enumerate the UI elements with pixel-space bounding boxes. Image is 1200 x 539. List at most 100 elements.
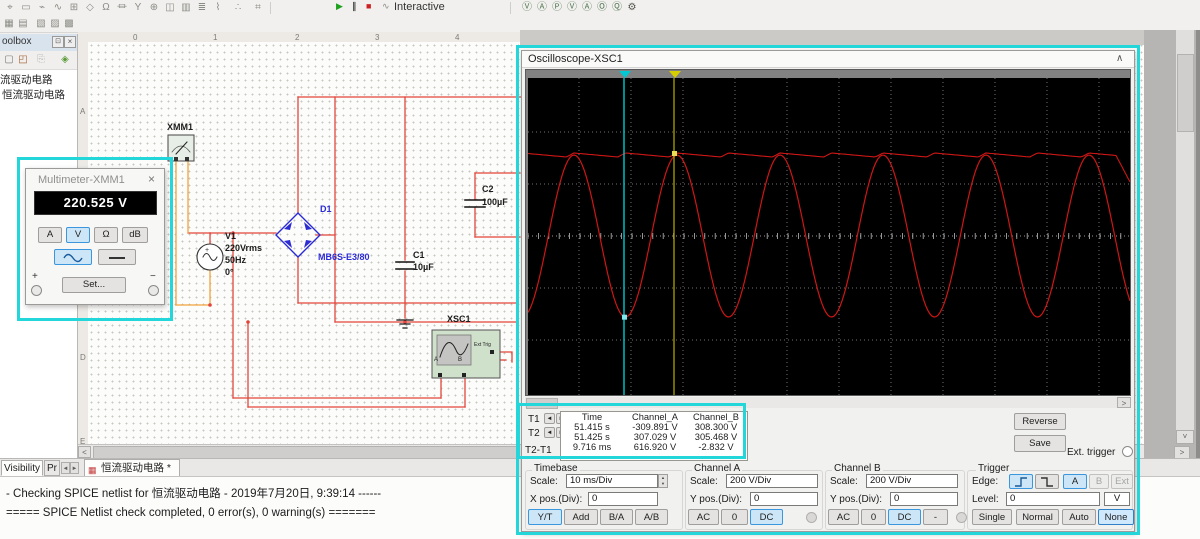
toolbar-icon[interactable]: ▭ [19, 1, 33, 14]
analysis-icon[interactable]: ▤ [16, 17, 30, 30]
ab-mode-button[interactable]: A/B [635, 509, 668, 525]
dc-mode-button[interactable] [98, 249, 136, 265]
ext-trigger-terminal[interactable] [1122, 446, 1133, 457]
channel-b-dc-button[interactable]: DC [888, 509, 921, 525]
trigger-single-button[interactable]: Single [972, 509, 1012, 525]
canvas-vscrollbar[interactable] [1176, 30, 1194, 432]
toolbar-icon[interactable]: ≣ [195, 1, 209, 14]
reference-probe-icon[interactable]: Ⓞ [595, 1, 609, 14]
negative-terminal[interactable] [148, 285, 159, 296]
trigger-auto-button[interactable]: Auto [1062, 509, 1096, 525]
t1-left-button[interactable]: ◄ [544, 413, 555, 424]
channel-a-dc-button[interactable]: DC [750, 509, 783, 525]
toolbar-icon[interactable]: ⊕ [147, 1, 161, 14]
toolbar-icon[interactable]: Y [131, 1, 145, 14]
trigger-source-b-button[interactable]: B [1089, 474, 1109, 489]
paste-icon[interactable]: ⎘ [34, 53, 48, 66]
channel-a-ypos-input[interactable]: 0 [750, 492, 818, 506]
open-folder-icon[interactable]: ◰ [16, 53, 30, 66]
trigger-source-ext-button[interactable]: Ext [1111, 474, 1133, 489]
set-button[interactable]: Set... [62, 277, 126, 293]
toolbox-close-button[interactable]: × [64, 36, 76, 48]
scope-hscroll-thumb[interactable] [526, 398, 558, 409]
oscilloscope-titlebar[interactable]: Oscilloscope-XSC1 ∧ [522, 51, 1134, 68]
scroll-down-button[interactable]: ˅ [1176, 430, 1194, 444]
run-simulation-button[interactable]: ▶ [336, 1, 343, 12]
board-icon[interactable]: ◈ [58, 53, 72, 66]
toolbar-icon[interactable]: ▥ [179, 1, 193, 14]
channel-b-ac-button[interactable]: AC [828, 509, 859, 525]
tab-scroll-right[interactable]: ► [70, 462, 79, 474]
trigger-level-unit[interactable]: V [1104, 492, 1130, 506]
tab-project[interactable]: Pr [44, 460, 60, 476]
toolbar-icon[interactable]: ∴ [231, 1, 245, 14]
toolbar-icon[interactable]: ⌖ [3, 1, 17, 14]
trigger-normal-button[interactable]: Normal [1016, 509, 1059, 525]
voltage-current-probe-icon[interactable]: Ⓐ [580, 1, 594, 14]
mode-db-button[interactable]: dB [122, 227, 148, 243]
interactive-mode-dropdown[interactable]: Interactive [394, 1, 445, 13]
toolbox-restore-button[interactable]: ⊡ [52, 36, 64, 48]
stop-simulation-button[interactable]: ■ [366, 1, 371, 11]
trigger-none-button[interactable]: None [1098, 509, 1134, 525]
ac-mode-button[interactable] [54, 249, 92, 265]
collapse-icon[interactable]: ∧ [1116, 53, 1123, 64]
current-probe-icon[interactable]: Ⓐ [535, 1, 549, 14]
multimeter-close-icon[interactable]: × [148, 172, 155, 186]
scope-scroll-right[interactable]: > [1117, 397, 1131, 408]
reverse-button[interactable]: Reverse [1014, 413, 1066, 430]
channel-b-ypos-input[interactable]: 0 [890, 492, 958, 506]
tab-scroll-left[interactable]: ◄ [61, 462, 70, 474]
toolbar-icon[interactable]: ⌗ [251, 1, 265, 14]
trigger-rising-edge-button[interactable] [1009, 474, 1033, 489]
trigger-level-input[interactable]: 0 [1006, 492, 1100, 506]
toolbar-icon[interactable]: ⌁ [35, 1, 49, 14]
mode-ammeter-button[interactable]: A [38, 227, 62, 243]
scope-hscrollbar[interactable]: > [525, 397, 1131, 409]
project-tree-item[interactable]: 流驱动电路 [0, 72, 53, 87]
postprocessor-icon[interactable]: ▧ [34, 17, 48, 30]
toolbar-icon[interactable]: ⌇ [211, 1, 225, 14]
add-mode-button[interactable]: Add [564, 509, 598, 525]
toolbar-icon[interactable]: Ω [99, 1, 113, 14]
cursor2-handle[interactable] [669, 71, 681, 78]
vscroll-thumb[interactable] [1177, 54, 1194, 132]
channel-a-zero-button[interactable]: 0 [721, 509, 748, 525]
project-tree-item[interactable]: 恒流驱动电路 [2, 87, 65, 102]
channel-a-scale-input[interactable]: 200 V/Div [726, 474, 818, 488]
voltage-probe-icon[interactable]: Ⓥ [520, 1, 534, 14]
yt-mode-button[interactable]: Y/T [528, 509, 562, 525]
t2-left-button[interactable]: ◄ [544, 427, 555, 438]
ba-mode-button[interactable]: B/A [600, 509, 633, 525]
toolbar-icon[interactable]: ∿ [51, 1, 65, 14]
save-button[interactable]: Save [1014, 435, 1066, 452]
digital-probe-icon[interactable]: Ⓠ [610, 1, 624, 14]
capture-icon[interactable]: ▩ [62, 17, 76, 30]
mode-voltmeter-button[interactable]: V [66, 227, 90, 243]
trigger-falling-edge-button[interactable] [1035, 474, 1059, 489]
power-probe-icon[interactable]: Ⓟ [550, 1, 564, 14]
timebase-scale-input[interactable]: 10 ms/Div [566, 474, 658, 488]
oscilloscope-window[interactable]: Oscilloscope-XSC1 ∧ > T1 ◄ ► T2 ◄ ► T2-T… [521, 50, 1135, 532]
channel-b-invert-button[interactable]: - [923, 509, 948, 525]
trigger-source-a-button[interactable]: A [1063, 474, 1087, 489]
scroll-left-button[interactable]: < [78, 446, 91, 458]
channel-b-scale-input[interactable]: 200 V/Div [866, 474, 958, 488]
toolbar-icon[interactable]: ◇ [83, 1, 97, 14]
toolbar-icon[interactable]: ◫ [163, 1, 177, 14]
positive-terminal[interactable] [31, 285, 42, 296]
toolbar-icon[interactable]: ⊞ [67, 1, 81, 14]
toolbox-header[interactable]: oolbox ⊡ × [0, 34, 77, 52]
tab-visibility[interactable]: Visibility [1, 460, 43, 476]
mode-ohmmeter-button[interactable]: Ω [94, 227, 118, 243]
timebase-xpos-input[interactable]: 0 [588, 492, 658, 506]
pause-simulation-button[interactable]: ∥ [352, 1, 357, 12]
probe-settings-gear-icon[interactable]: ⚙ [625, 1, 639, 14]
diff-voltage-probe-icon[interactable]: Ⓥ [565, 1, 579, 14]
new-document-icon[interactable]: ▢ [2, 53, 16, 66]
circuit-tab[interactable]: ▦ 恒流驱动电路 * [84, 459, 180, 477]
channel-b-zero-button[interactable]: 0 [861, 509, 886, 525]
toolbar-icon[interactable]: ⏛ [115, 1, 129, 14]
channel-a-ac-button[interactable]: AC [688, 509, 719, 525]
report-icon[interactable]: ▨ [48, 17, 62, 30]
